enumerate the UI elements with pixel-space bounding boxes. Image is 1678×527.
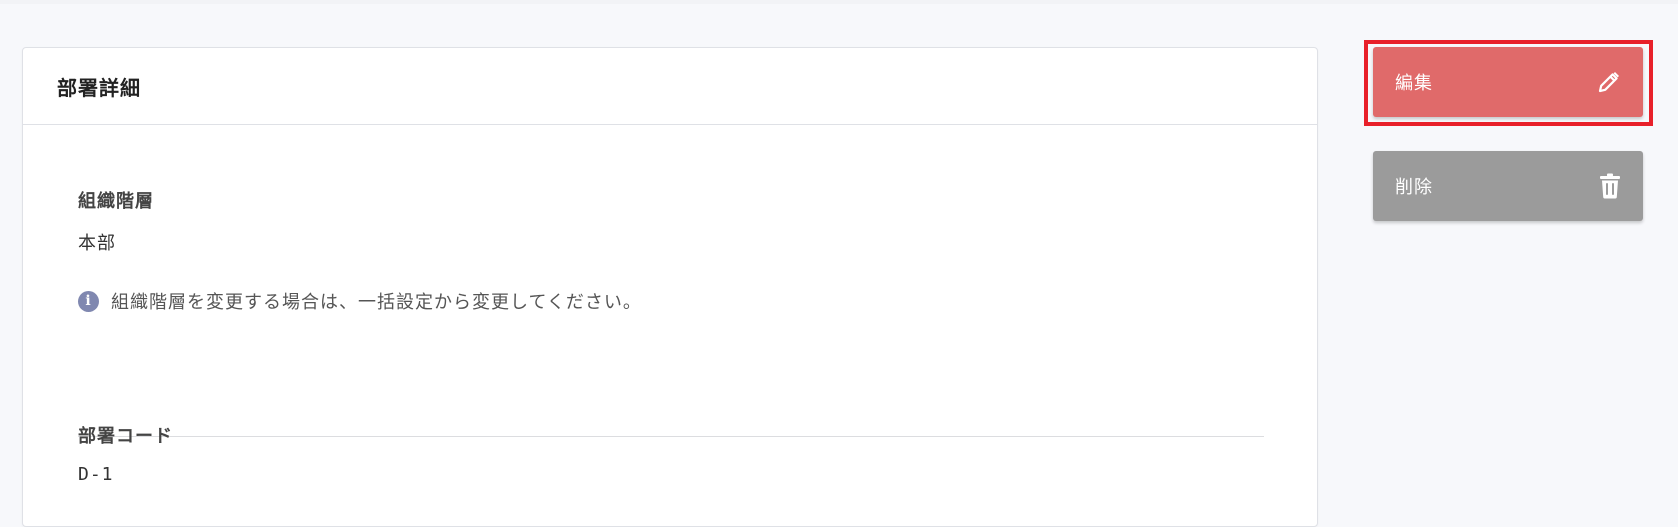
dept-code-label: 部署コード: [78, 426, 173, 447]
org-level-value: 本部: [78, 233, 116, 254]
org-level-label: 組織階層: [78, 191, 154, 212]
pencil-icon: [1597, 70, 1621, 94]
delete-button[interactable]: 削除: [1373, 151, 1643, 221]
org-level-notice-text: 組織階層を変更する場合は、一括設定から変更してください。: [111, 292, 642, 313]
edit-button[interactable]: 編集: [1373, 47, 1643, 117]
org-level-notice: i 組織階層を変更する場合は、一括設定から変更してください。: [78, 288, 642, 314]
department-detail-card: 部署詳細 組織階層 本部 i 組織階層を変更する場合は、一括設定から変更してくだ…: [22, 47, 1318, 527]
card-header: 部署詳細: [23, 48, 1317, 125]
dept-code-value: D-1: [78, 464, 114, 485]
card-title: 部署詳細: [57, 75, 141, 100]
divider: [78, 436, 1264, 437]
edit-button-label: 編集: [1395, 73, 1433, 94]
info-icon: i: [78, 290, 99, 312]
delete-button-label: 削除: [1395, 177, 1433, 198]
top-strip: [0, 0, 1678, 4]
trash-icon: [1599, 173, 1621, 199]
